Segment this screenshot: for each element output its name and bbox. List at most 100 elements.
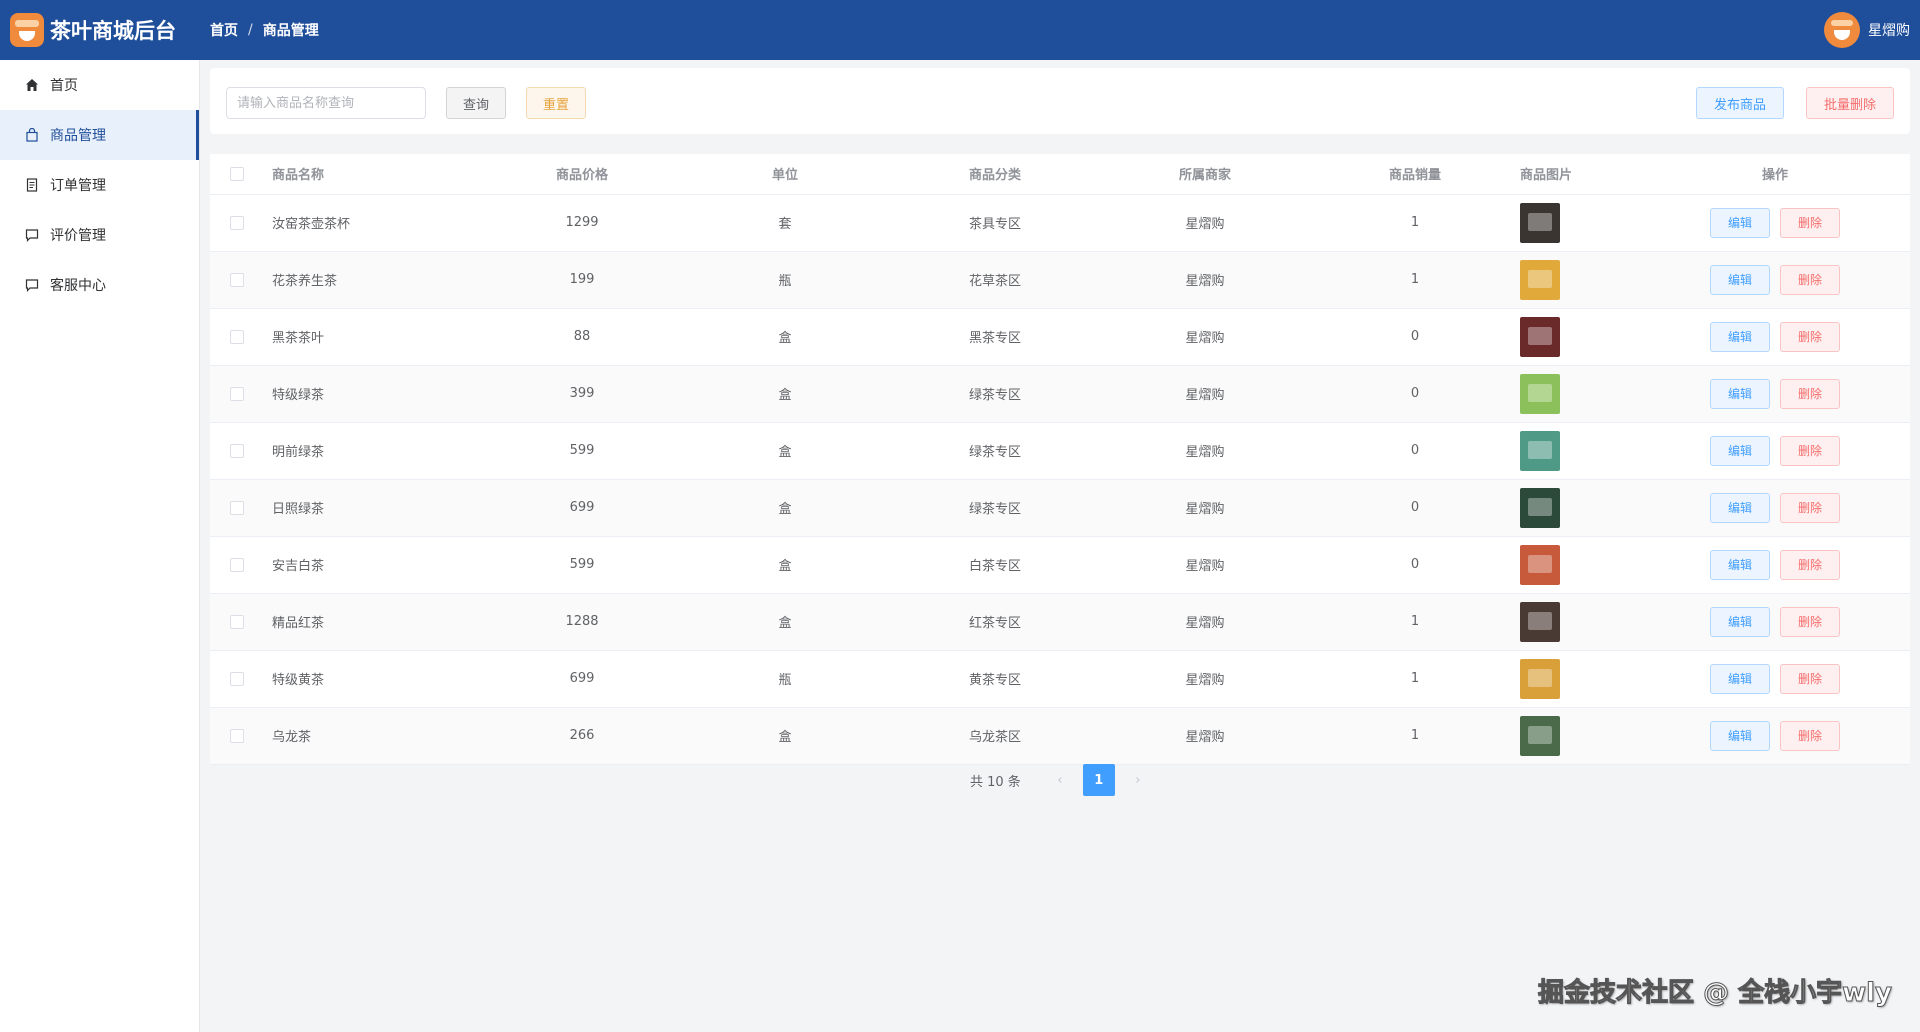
product-price: 699	[484, 479, 680, 537]
product-merchant: 星熠购	[1100, 194, 1310, 252]
sidebar-item-customer-service[interactable]: 客服中心	[0, 260, 199, 310]
delete-button[interactable]: 删除	[1780, 264, 1840, 295]
product-image[interactable]	[1520, 202, 1560, 243]
row-checkbox[interactable]	[230, 728, 244, 743]
edit-button[interactable]: 编辑	[1710, 264, 1770, 295]
delete-button[interactable]: 删除	[1780, 720, 1840, 751]
batch-delete-button[interactable]: 批量删除	[1806, 87, 1894, 119]
edit-button[interactable]: 编辑	[1710, 207, 1770, 238]
product-category: 绿茶专区	[890, 479, 1100, 537]
edit-button[interactable]: 编辑	[1710, 549, 1770, 580]
avatar[interactable]	[1824, 12, 1860, 48]
product-merchant: 星熠购	[1100, 308, 1310, 366]
delete-button[interactable]: 删除	[1780, 549, 1840, 580]
product-image[interactable]	[1520, 715, 1560, 756]
product-name: 特级黄茶	[264, 650, 484, 708]
user-menu[interactable]: 星熠购	[1824, 12, 1910, 48]
edit-button[interactable]: 编辑	[1710, 378, 1770, 409]
publish-product-button[interactable]: 发布商品	[1696, 87, 1784, 119]
product-price: 88	[484, 308, 680, 366]
product-unit: 盒	[680, 536, 890, 594]
product-price: 399	[484, 365, 680, 423]
reset-button[interactable]: 重置	[526, 87, 586, 119]
product-merchant: 星熠购	[1100, 707, 1310, 765]
delete-button[interactable]: 删除	[1780, 378, 1840, 409]
delete-button[interactable]: 删除	[1780, 321, 1840, 352]
product-image[interactable]	[1520, 430, 1560, 471]
product-category: 红茶专区	[890, 593, 1100, 651]
row-checkbox[interactable]	[230, 329, 244, 344]
product-price: 599	[484, 536, 680, 594]
sidebar-item-orders[interactable]: 订单管理	[0, 160, 199, 210]
product-unit: 盒	[680, 479, 890, 537]
user-name[interactable]: 星熠购	[1868, 20, 1910, 40]
product-price: 199	[484, 251, 680, 309]
sidebar-item-products[interactable]: 商品管理	[0, 110, 199, 160]
row-checkbox[interactable]	[230, 443, 244, 458]
next-page-button[interactable]: ›	[1123, 765, 1153, 795]
product-sales: 0	[1310, 365, 1520, 423]
delete-button[interactable]: 删除	[1780, 435, 1840, 466]
delete-button[interactable]: 删除	[1780, 606, 1840, 637]
table-row: 乌龙茶 266 盒乌龙茶区 星熠购 1 编辑 删除	[210, 707, 1910, 765]
product-image[interactable]	[1520, 601, 1560, 642]
prev-page-button[interactable]: ‹	[1045, 765, 1075, 795]
row-checkbox[interactable]	[230, 500, 244, 515]
row-checkbox[interactable]	[230, 386, 244, 401]
edit-button[interactable]: 编辑	[1710, 321, 1770, 352]
product-category: 白茶专区	[890, 536, 1100, 594]
sidebar-item-label: 评价管理	[50, 228, 106, 244]
delete-button[interactable]: 删除	[1780, 492, 1840, 523]
edit-button[interactable]: 编辑	[1710, 720, 1770, 751]
product-name: 黑茶茶叶	[264, 308, 484, 366]
product-unit: 盒	[680, 365, 890, 423]
product-sales: 1	[1310, 194, 1520, 252]
column-header: 商品分类	[890, 154, 1100, 195]
delete-button[interactable]: 删除	[1780, 207, 1840, 238]
product-name: 安吉白茶	[264, 536, 484, 594]
product-image[interactable]	[1520, 658, 1560, 699]
product-merchant: 星熠购	[1100, 479, 1310, 537]
table-row: 精品红茶 1288 盒红茶专区 星熠购 1 编辑 删除	[210, 593, 1910, 651]
page-number-button[interactable]: 1	[1082, 764, 1115, 796]
product-merchant: 星熠购	[1100, 365, 1310, 423]
product-image[interactable]	[1520, 544, 1560, 585]
edit-button[interactable]: 编辑	[1710, 663, 1770, 694]
product-unit: 瓶	[680, 650, 890, 708]
breadcrumb-home[interactable]: 首页	[210, 20, 238, 40]
select-all-checkbox[interactable]	[230, 166, 244, 181]
logo[interactable]: 茶叶商城后台	[0, 13, 200, 47]
product-unit: 瓶	[680, 251, 890, 309]
edit-button[interactable]: 编辑	[1710, 492, 1770, 523]
table-row: 明前绿茶 599 盒绿茶专区 星熠购 0 编辑 删除	[210, 422, 1910, 480]
row-checkbox[interactable]	[230, 614, 244, 629]
row-checkbox[interactable]	[230, 272, 244, 287]
product-merchant: 星熠购	[1100, 593, 1310, 651]
edit-button[interactable]: 编辑	[1710, 435, 1770, 466]
pagination-total: 共 10 条	[970, 774, 1021, 790]
product-price: 699	[484, 650, 680, 708]
column-header: 商品图片	[1520, 154, 1640, 195]
row-checkbox[interactable]	[230, 557, 244, 572]
product-image[interactable]	[1520, 373, 1560, 414]
query-button[interactable]: 查询	[446, 87, 506, 119]
delete-button[interactable]: 删除	[1780, 663, 1840, 694]
product-sales: 0	[1310, 422, 1520, 480]
product-category: 绿茶专区	[890, 365, 1100, 423]
document-icon	[24, 177, 40, 193]
edit-button[interactable]: 编辑	[1710, 606, 1770, 637]
product-unit: 盒	[680, 707, 890, 765]
product-image[interactable]	[1520, 487, 1560, 528]
sidebar-item-reviews[interactable]: 评价管理	[0, 210, 199, 260]
row-checkbox[interactable]	[230, 671, 244, 686]
search-input[interactable]	[226, 87, 426, 119]
sidebar-item-home[interactable]: 首页	[0, 60, 199, 110]
product-image[interactable]	[1520, 316, 1560, 357]
column-header: 操作	[1640, 154, 1910, 195]
product-image[interactable]	[1520, 259, 1560, 300]
product-sales: 0	[1310, 308, 1520, 366]
product-price: 599	[484, 422, 680, 480]
product-table: 商品名称 商品价格 单位 商品分类 所属商家 商品销量 商品图片 操作 汝窑茶壶…	[210, 154, 1910, 765]
row-checkbox[interactable]	[230, 215, 244, 230]
sidebar-item-label: 商品管理	[50, 128, 106, 144]
